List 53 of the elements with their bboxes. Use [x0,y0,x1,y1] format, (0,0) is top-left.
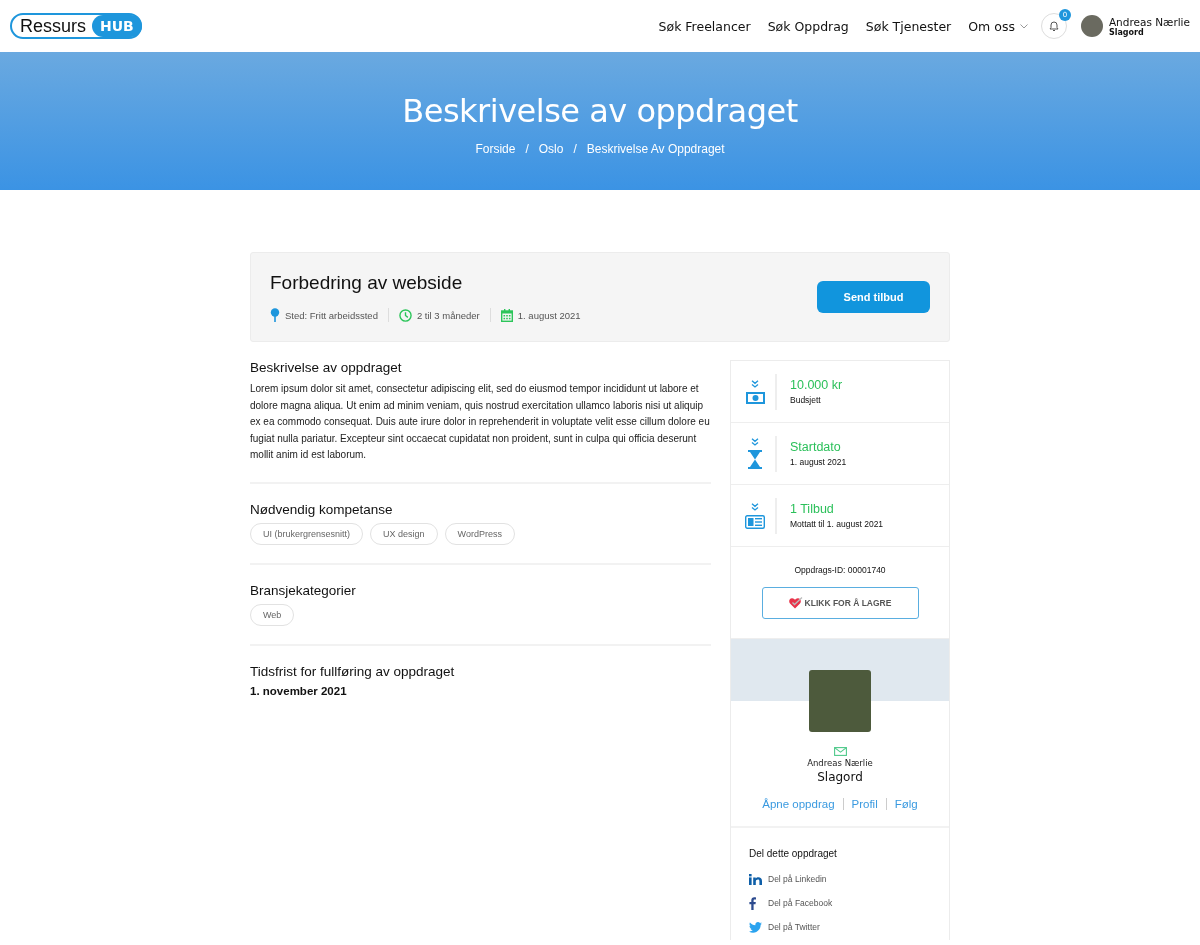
stat-value: 10.000 kr [790,378,843,392]
stat-value: Startdato [790,440,842,454]
job-id: Oppdrags-ID: 00001740 [794,565,886,575]
profile-name: Andreas Nærlie [807,758,873,768]
chevron-down-icon [1019,23,1028,29]
nav-menu[interactable]: Om oss [968,18,1028,34]
nav-link[interactable]: Søk Tjenester [865,18,952,34]
share-link[interactable]: Del på Linkedin [768,874,827,884]
clock-icon [398,308,412,322]
double-chevron-icon [751,379,759,388]
breadcrumb-separator: / [525,142,529,156]
envelope-icon [833,747,847,756]
profile-subtitle: Slagord [817,770,863,784]
job-title: Forbedring av webside [270,272,464,294]
newspaper-icon [745,514,765,529]
section-heading: Nødvendig kompetanse [250,501,394,517]
job-meta: 2 til 3 måneder [416,309,480,321]
map-pin-icon [270,308,280,322]
description-text: Lorem ipsum dolor sit amet, consectetur adipiscing elit, sed do eiusmod tempor incididunt ut labore et dolore magna aliqua. Ut enim ad minim veniam, quis nostrud exercitation ullamco laboris nisi ut aliquip ex ea commodo consequat. Duis aute irure dolor in reprehenderit in voluptate velit esse cillum dolore eu fugiat nulla pariatur. Excepteur sint occaecat cupidatat non proident, sunt in culpa qui officia deserunt mollit anim id est laborum. [250,382,711,462]
page-title: Beskrivelse av oppdraget [402,92,798,130]
stat-value: 1 Tilbud [790,502,835,516]
breadcrumb-current: Beskrivelse Av Oppdraget [586,142,725,156]
photo-placeholder [809,670,871,732]
stat-label: Budsjett [790,395,822,405]
nav-link[interactable]: Søk Freelancer [658,18,751,34]
share-link[interactable]: Del på Facebook [768,898,833,908]
job-meta: Sted: Fritt arbeidssted [285,309,378,321]
save-button[interactable]: KLIKK FOR Å LAGRE [761,587,919,619]
deadline-date: 1. november 2021 [250,684,348,697]
job-meta: 1. august 2021 [517,309,581,321]
linkedin-icon [749,873,762,885]
double-chevron-icon [751,502,759,511]
banknote-icon [745,391,765,404]
nav-link[interactable]: Søk Oppdrag [767,18,849,34]
heart-check-icon [788,597,803,609]
section-heading: Bransjekategorier [250,582,357,598]
stat-label: 1. august 2021 [790,457,847,467]
bell-icon [1048,20,1059,32]
user-name: Andreas Nærlie [1108,15,1190,28]
logo[interactable]: Ressurs HUB [10,13,142,39]
share-link[interactable]: Del på Twitter [768,922,820,932]
breadcrumb-separator: / [573,142,577,156]
avatar[interactable] [1080,15,1103,37]
section-heading: Beskrivelse av oppdraget [250,360,403,375]
facebook-icon [749,896,756,910]
hourglass-icon [748,450,762,469]
section-heading: Tidsfrist for fullføring av oppdraget [250,663,456,679]
bird-icon [749,921,762,933]
stat-label: Mottatt til 1. august 2021 [790,519,884,529]
calendar-icon [500,308,513,322]
double-chevron-icon [751,438,759,446]
share-heading: Del dette oppdraget [749,848,838,859]
user-subtitle: Slagord [1108,27,1145,37]
